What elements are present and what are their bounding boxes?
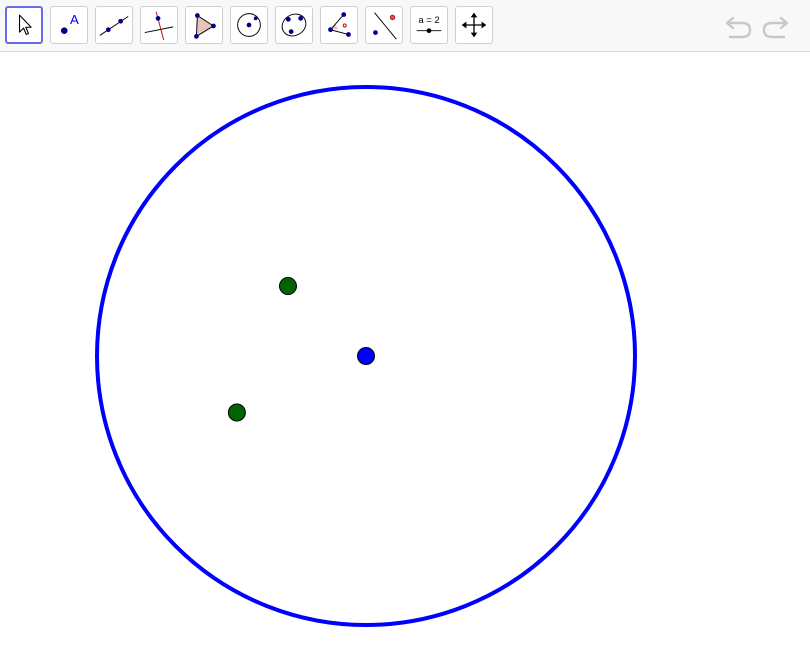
- angle-tool-button[interactable]: [320, 6, 358, 44]
- move-arrow-icon: [18, 14, 32, 35]
- perpendicular-line-icon: [144, 11, 174, 41]
- point-tool-button[interactable]: A: [50, 6, 88, 44]
- redo-button[interactable]: [760, 12, 790, 40]
- slider-tool-button[interactable]: a = 2: [410, 6, 448, 44]
- reflect-about-line-icon: [373, 12, 397, 40]
- line-icon: [99, 16, 129, 36]
- polygon-icon: [194, 13, 216, 39]
- move-view-tool-button[interactable]: [455, 6, 493, 44]
- slider-icon: a = 2: [416, 15, 442, 34]
- free-point-2[interactable]: [227, 403, 246, 422]
- undo-button[interactable]: [724, 12, 754, 40]
- ellipse-icon: [281, 13, 307, 37]
- graphics-view[interactable]: [0, 52, 810, 658]
- circle-center-point[interactable]: [357, 347, 375, 365]
- undo-icon: [725, 16, 752, 39]
- perpendicular-tool-button[interactable]: [140, 6, 178, 44]
- circle-tool-button[interactable]: [230, 6, 268, 44]
- point-tool-letter: A: [70, 12, 79, 27]
- toolbar: A a = 2: [0, 0, 810, 52]
- ellipse-tool-button[interactable]: [275, 6, 313, 44]
- circle-center-point-icon: [237, 13, 261, 37]
- point-icon: A: [60, 12, 79, 34]
- move-graphics-view-icon: [461, 12, 487, 38]
- slider-tool-label: a = 2: [418, 15, 439, 26]
- line-tool-button[interactable]: [95, 6, 133, 44]
- free-point-1[interactable]: [278, 277, 297, 296]
- move-tool-button[interactable]: [5, 6, 43, 44]
- free-points-group: [227, 277, 297, 422]
- angle-icon: [328, 12, 351, 37]
- polygon-tool-button[interactable]: [185, 6, 223, 44]
- geogebra-app: A a = 2: [0, 0, 810, 658]
- reflect-tool-button[interactable]: [365, 6, 403, 44]
- redo-icon: [762, 16, 789, 39]
